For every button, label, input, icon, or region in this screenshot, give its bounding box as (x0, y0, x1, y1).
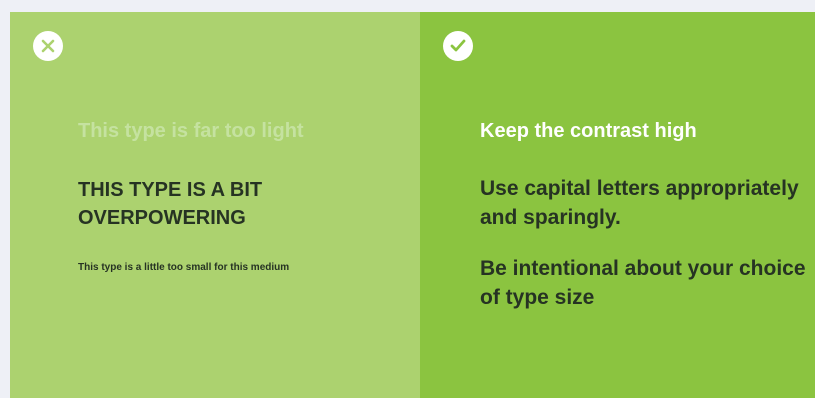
too-small-example-text: This type is a little too small for this… (78, 262, 290, 273)
bad-example-panel: This type is far too light THIS TYPE IS … (10, 12, 420, 398)
checkmark-icon (443, 31, 473, 61)
good-example-panel: Keep the contrast high Use capital lette… (420, 12, 815, 398)
capitals-tip-text: Use capital letters appropriately and sp… (480, 177, 799, 229)
contrast-tip-text: Keep the contrast high (480, 120, 697, 142)
type-size-tip-text: Be intentional about your choice of type… (480, 257, 806, 309)
too-light-example-text: This type is far too light (78, 120, 304, 142)
x-icon (33, 31, 63, 61)
overpowering-example-text: THIS TYPE IS A BIT OVERPOWERING (78, 179, 263, 229)
